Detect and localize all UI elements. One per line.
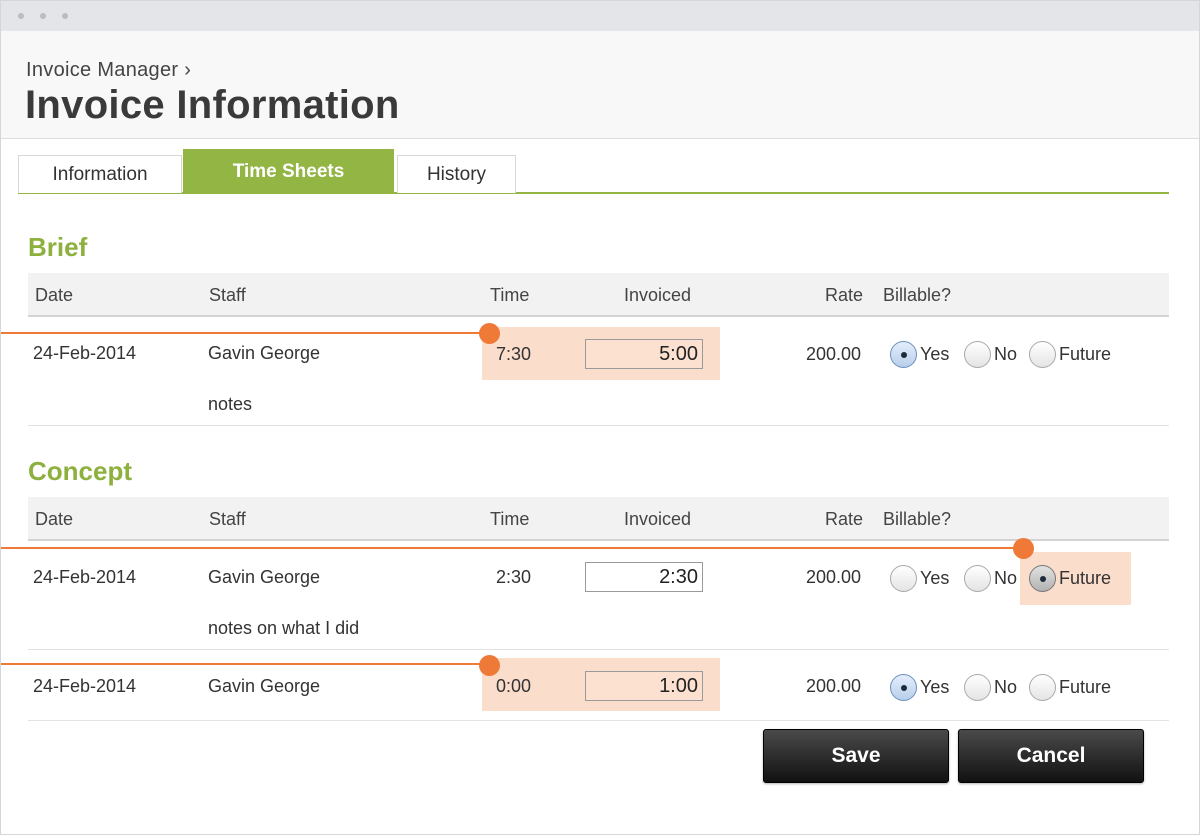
row-staff: Gavin George xyxy=(208,343,321,363)
tab-time-sheets[interactable]: Time Sheets xyxy=(183,149,394,193)
callout-dot-icon xyxy=(479,655,500,676)
radio-yes-label[interactable]: Yes xyxy=(920,677,949,698)
row-divider xyxy=(28,649,1169,650)
column-header-invoiced: Invoiced xyxy=(624,285,692,305)
save-button[interactable]: Save xyxy=(763,729,949,783)
radio-no-label[interactable]: No xyxy=(994,344,1017,365)
row-date: 24-Feb-2014 xyxy=(33,343,137,363)
radio-future[interactable] xyxy=(1029,341,1056,368)
row-date: 24-Feb-2014 xyxy=(33,676,137,696)
callout-dot-icon xyxy=(479,323,500,344)
window-dot-icon xyxy=(40,13,46,19)
radio-future-label[interactable]: Future xyxy=(1059,568,1111,589)
callout-line xyxy=(1,332,489,334)
radio-yes-label[interactable]: Yes xyxy=(920,344,949,365)
row-staff: Gavin George xyxy=(208,676,321,696)
radio-future[interactable] xyxy=(1029,674,1056,701)
cancel-button[interactable]: Cancel xyxy=(958,729,1144,783)
row-notes: notes on what I did xyxy=(208,618,360,638)
row-divider xyxy=(28,425,1169,426)
radio-no-label[interactable]: No xyxy=(994,677,1017,698)
section-title-brief: Brief xyxy=(28,232,88,262)
column-header-rate: Rate xyxy=(825,509,864,529)
row-divider xyxy=(28,720,1169,721)
callout-line xyxy=(1,663,489,665)
row-rate: 200.00 xyxy=(806,344,862,364)
tab-history[interactable]: History xyxy=(397,155,516,193)
column-header-invoiced: Invoiced xyxy=(624,509,692,529)
column-header-staff: Staff xyxy=(209,285,246,305)
invoiced-input[interactable]: 2:30 xyxy=(585,562,703,592)
row-rate: 200.00 xyxy=(806,676,862,696)
page-header: Invoice Manager › Invoice Information xyxy=(1,31,1199,139)
page-title: Invoice Information xyxy=(25,83,400,127)
radio-no[interactable] xyxy=(964,565,991,592)
row-time: 7:30 xyxy=(496,344,532,364)
row-date: 24-Feb-2014 xyxy=(33,567,137,587)
tab-bar: Information Time Sheets History xyxy=(18,149,1169,194)
radio-yes[interactable] xyxy=(890,674,917,701)
radio-yes[interactable] xyxy=(890,341,917,368)
table-header: Date Staff Time Invoiced Rate Billable? xyxy=(28,273,1169,317)
radio-yes-label[interactable]: Yes xyxy=(920,568,949,589)
window-dot-icon xyxy=(18,13,24,19)
column-header-rate: Rate xyxy=(825,285,864,305)
app-window: Invoice Manager › Invoice Information In… xyxy=(0,0,1200,835)
row-time: 2:30 xyxy=(496,567,532,587)
callout-dot-icon xyxy=(1013,538,1034,559)
invoiced-input[interactable]: 5:00 xyxy=(585,339,703,369)
radio-no-label[interactable]: No xyxy=(994,568,1017,589)
row-staff: Gavin George xyxy=(208,567,321,587)
window-titlebar xyxy=(1,1,1199,31)
radio-future-label[interactable]: Future xyxy=(1059,677,1111,698)
column-header-billable: Billable? xyxy=(883,509,952,529)
column-header-date: Date xyxy=(35,509,74,529)
column-header-date: Date xyxy=(35,285,74,305)
radio-no[interactable] xyxy=(964,341,991,368)
row-time: 0:00 xyxy=(496,676,532,696)
column-header-time: Time xyxy=(490,509,530,529)
callout-line xyxy=(1,547,1024,549)
column-header-billable: Billable? xyxy=(883,285,952,305)
radio-yes[interactable] xyxy=(890,565,917,592)
radio-future[interactable] xyxy=(1029,565,1056,592)
breadcrumb[interactable]: Invoice Manager › xyxy=(26,59,191,82)
row-notes: notes xyxy=(208,394,253,414)
radio-no[interactable] xyxy=(964,674,991,701)
radio-future-label[interactable]: Future xyxy=(1059,344,1111,365)
section-title-concept: Concept xyxy=(28,456,132,486)
table-header: Date Staff Time Invoiced Rate Billable? xyxy=(28,497,1169,541)
tab-information[interactable]: Information xyxy=(18,155,182,193)
column-header-time: Time xyxy=(490,285,530,305)
column-header-staff: Staff xyxy=(209,509,246,529)
row-rate: 200.00 xyxy=(806,567,862,587)
invoiced-input[interactable]: 1:00 xyxy=(585,671,703,701)
window-dot-icon xyxy=(62,13,68,19)
